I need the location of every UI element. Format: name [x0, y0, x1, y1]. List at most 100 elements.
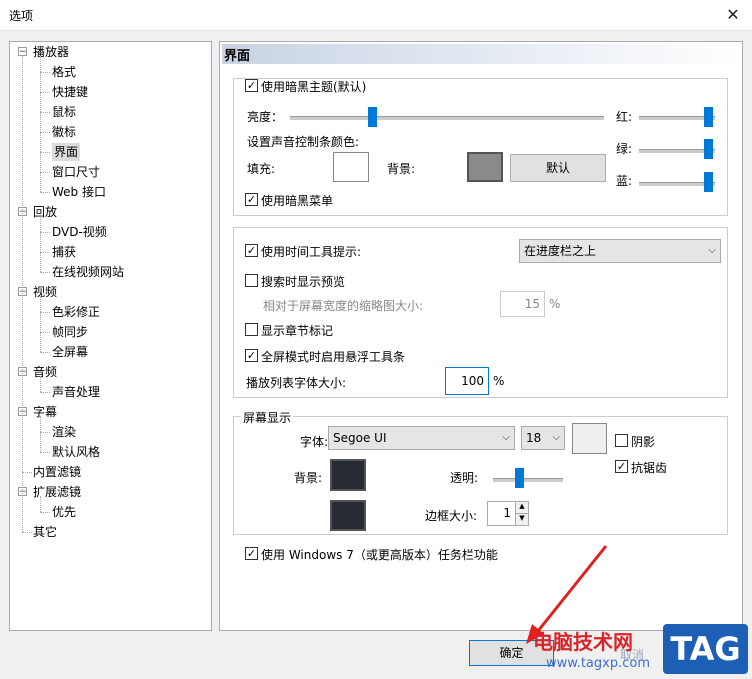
tree-item[interactable]: 优先 [52, 503, 76, 521]
dark-menu-checkbox[interactable]: ✓ [245, 193, 258, 206]
tree-item[interactable]: 字幕 [33, 403, 57, 421]
floating-toolbar-checkbox[interactable]: ✓ [245, 349, 258, 362]
font-label: 字体: [300, 435, 329, 449]
time-tooltip-checkbox[interactable]: ✓ [245, 244, 258, 257]
window-title: 选项 [9, 9, 34, 23]
tree-item[interactable]: 色彩修正 [52, 303, 100, 321]
border-size-input[interactable]: 1 [487, 501, 518, 526]
tree-item[interactable]: 默认风格 [52, 443, 100, 461]
transparency-label: 透明: [450, 471, 479, 485]
seek-preview-label: 搜索时显示预览 [261, 275, 346, 289]
dark-theme-label: 使用暗黑主题(默认) [261, 80, 367, 94]
tree-connector [40, 72, 50, 73]
tree-item[interactable]: 其它 [33, 523, 57, 541]
tree-item[interactable]: 捕获 [52, 243, 76, 261]
tree-item[interactable]: 回放 [33, 203, 57, 221]
tree-connector [22, 472, 32, 473]
chevron-down-icon: ⌵ [502, 432, 510, 443]
blue-slider-thumb[interactable] [704, 172, 713, 192]
font-color-swatch[interactable] [572, 423, 607, 454]
tree-item[interactable]: 内置滤镜 [33, 463, 81, 481]
watermark-badge: TAG [663, 624, 748, 674]
tree-connector [40, 432, 50, 433]
tree-connector [40, 232, 50, 233]
tree-item[interactable]: 界面 [52, 143, 81, 161]
tree-connector [22, 56, 23, 532]
green-slider-thumb[interactable] [704, 139, 713, 159]
tree-item[interactable]: 窗口尺寸 [52, 163, 100, 181]
chapter-marks-label: 显示章节标记 [261, 324, 334, 338]
options-tree[interactable]: − 播放器 格式 快捷键 鼠标 徽标 界面 窗口尺寸 Web 接口 − 回放 DVD-视频 捕获 在线视频… [9, 41, 212, 631]
chevron-down-icon: ⌵ [552, 432, 560, 443]
fill-label: 填充: [247, 162, 276, 176]
tree-connector [40, 132, 50, 133]
playlist-font-label: 播放列表字体大小: [246, 376, 347, 390]
osd-background-swatch[interactable] [330, 459, 366, 491]
playlist-font-percent: % [493, 374, 505, 388]
taskbar-label: 使用 Windows 7（或更高版本）任务栏功能 [261, 548, 498, 562]
brightness-slider-thumb[interactable] [368, 107, 378, 127]
tree-connector [40, 376, 41, 392]
floating-toolbar-label: 全屏模式时启用悬浮工具条 [261, 350, 406, 364]
tree-connector [40, 252, 50, 253]
time-tooltip-position-select[interactable]: 在进度栏之上 ⌵ [519, 239, 721, 263]
seek-preview-checkbox[interactable] [245, 274, 258, 287]
tree-item[interactable]: 视频 [33, 283, 57, 301]
close-icon[interactable]: ✕ [718, 2, 748, 28]
tree-connector [40, 392, 50, 393]
default-button[interactable]: 默认 [510, 154, 606, 182]
thumb-size-label: 相对于屏幕宽度的缩略图大小: [263, 299, 424, 313]
tree-item[interactable]: 音频 [33, 363, 57, 381]
tree-connector [40, 192, 50, 193]
chevron-down-icon: ⌵ [708, 245, 716, 256]
fill-color-swatch[interactable] [333, 152, 369, 182]
tree-item[interactable]: 鼠标 [52, 103, 76, 121]
font-select[interactable]: Segoe UI ⌵ [328, 426, 515, 450]
dark-theme-checkbox[interactable]: ✓ [245, 79, 258, 92]
tree-item[interactable]: 播放器 [33, 43, 69, 61]
thumb-size-input[interactable]: 15 [500, 291, 545, 317]
tree-item[interactable]: 徽标 [52, 123, 76, 141]
osd-border-color-swatch[interactable] [330, 500, 366, 531]
font-value: Segoe UI [333, 431, 387, 445]
tree-item[interactable]: 声音处理 [52, 383, 100, 401]
font-size-value: 18 [526, 431, 542, 445]
tree-item[interactable]: Web 接口 [52, 183, 106, 201]
osd-group-title: 屏幕显示 [241, 409, 294, 426]
red-slider-thumb[interactable] [704, 107, 713, 127]
tree-connector [22, 532, 32, 533]
border-size-label: 边框大小: [425, 509, 478, 523]
tree-connector [40, 112, 50, 113]
shadow-checkbox[interactable] [615, 434, 628, 447]
tree-item[interactable]: DVD-视频 [52, 223, 107, 241]
shadow-label: 阴影 [631, 435, 656, 449]
transparency-track[interactable] [493, 478, 563, 482]
tree-connector [40, 152, 50, 153]
tree-item[interactable]: 帧同步 [52, 323, 88, 341]
chapter-marks-checkbox[interactable] [245, 323, 258, 336]
tree-connector [40, 172, 50, 173]
tree-item[interactable]: 格式 [52, 63, 76, 81]
brightness-track[interactable] [290, 116, 604, 120]
tree-connector [40, 496, 41, 512]
font-size-select[interactable]: 18 ⌵ [521, 426, 565, 450]
tree-item[interactable]: 在线视频网站 [52, 263, 124, 281]
tree-connector [40, 416, 41, 452]
antialias-checkbox[interactable]: ✓ [615, 460, 628, 473]
tree-expand-icon[interactable]: − [18, 47, 27, 57]
transparency-slider-thumb[interactable] [515, 468, 524, 488]
taskbar-checkbox[interactable]: ✓ [245, 547, 258, 560]
spin-down-icon[interactable]: ▼ [515, 513, 529, 526]
tree-connector [40, 332, 50, 333]
tree-connector [40, 452, 50, 453]
time-tooltip-label: 使用时间工具提示: [261, 245, 362, 259]
tree-item[interactable]: 渲染 [52, 423, 76, 441]
tree-item[interactable]: 快捷键 [52, 83, 88, 101]
green-label: 绿: [616, 142, 633, 156]
dark-menu-label: 使用暗黑菜单 [261, 194, 334, 208]
background-color-swatch[interactable] [467, 152, 503, 182]
playlist-font-input[interactable]: 100 [445, 367, 489, 395]
tree-item[interactable]: 全屏幕 [52, 343, 88, 361]
tree-connector [40, 512, 50, 513]
tree-connector [40, 352, 50, 353]
